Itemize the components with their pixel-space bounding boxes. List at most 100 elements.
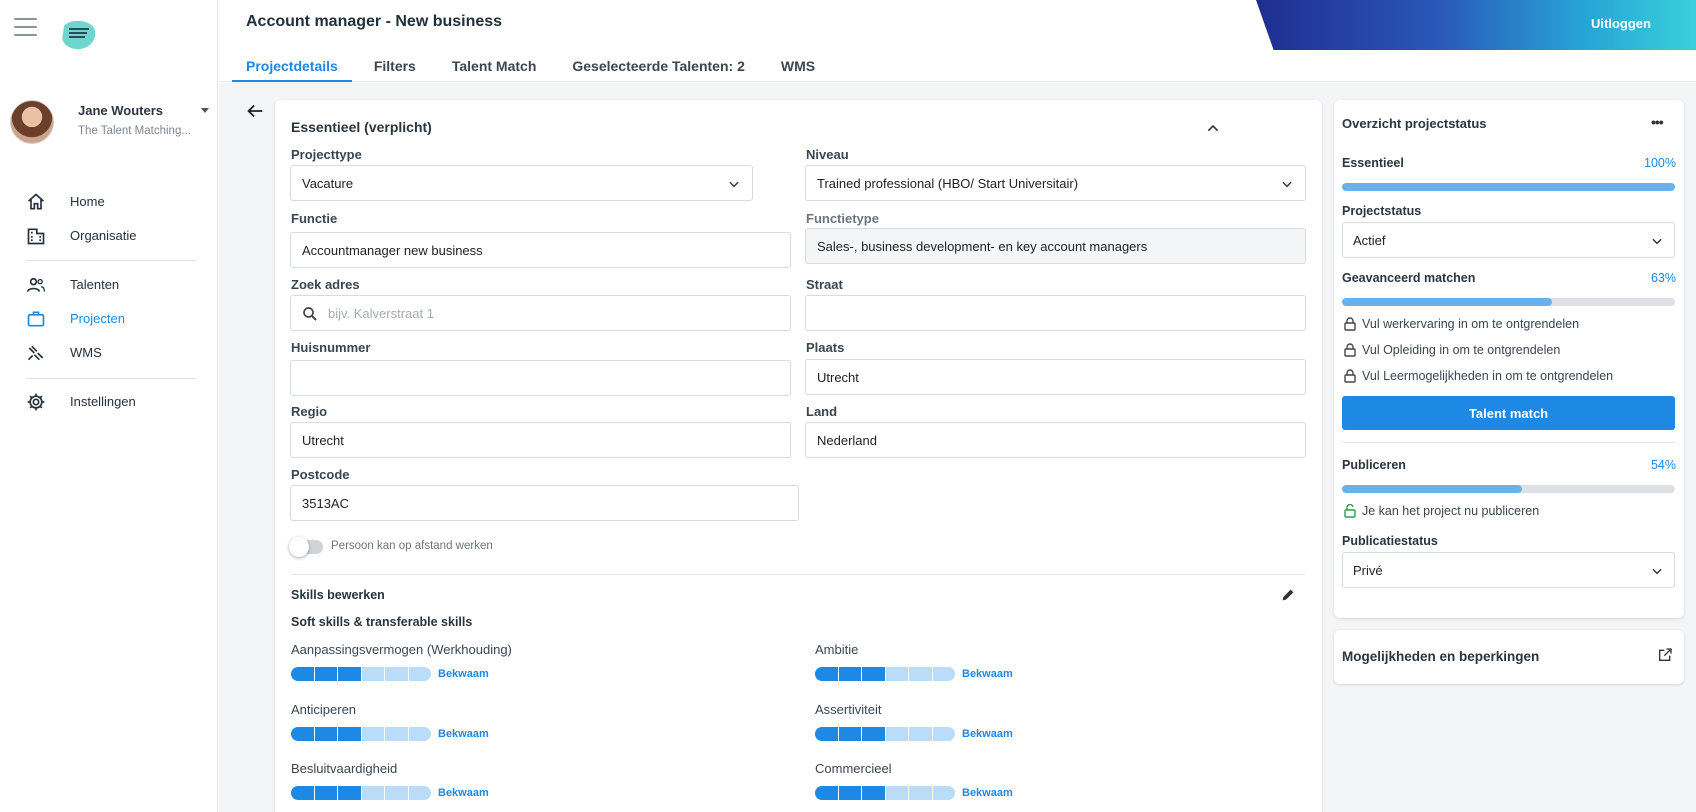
straat-label: Straat xyxy=(806,277,843,292)
land-value: Nederland xyxy=(817,432,877,448)
wms-icon xyxy=(27,345,44,361)
caret-down-icon[interactable] xyxy=(201,108,209,113)
skill-segment[interactable] xyxy=(361,667,384,681)
skill-segment[interactable] xyxy=(885,786,908,800)
skill-level-bar[interactable] xyxy=(291,786,431,800)
project-status-card: Overzicht projectstatus ••• Essentieel 1… xyxy=(1334,100,1684,618)
skill-segment[interactable] xyxy=(909,786,932,800)
tab-bar: Projectdetails Filters Talent Match Gese… xyxy=(232,46,837,82)
talent-match-button[interactable]: Talent match xyxy=(1342,396,1675,430)
projectstatus-select[interactable]: Actief xyxy=(1342,222,1675,258)
skill-level-bar[interactable] xyxy=(815,786,955,800)
more-options-icon[interactable]: ••• xyxy=(1651,114,1664,130)
skill-segment[interactable] xyxy=(338,667,361,681)
skill-segment[interactable] xyxy=(408,667,431,681)
skill-segment[interactable] xyxy=(291,727,314,741)
skill-level-bar[interactable] xyxy=(291,667,431,681)
postcode-input[interactable]: 3513AC xyxy=(290,485,799,521)
skill-segment[interactable] xyxy=(815,727,838,741)
functie-input[interactable]: Accountmanager new business xyxy=(290,232,791,268)
sidebar-item-organisatie[interactable]: Organisatie xyxy=(0,221,218,251)
skill-level-bar[interactable] xyxy=(815,667,955,681)
menu-icon[interactable] xyxy=(14,18,37,36)
pencil-icon[interactable] xyxy=(1280,587,1296,603)
skill-level-label: Bekwaam xyxy=(962,668,1013,680)
brand-logo xyxy=(62,20,96,50)
publish-hint: Je kan het project nu publiceren xyxy=(1344,502,1539,520)
skill-level-bar[interactable] xyxy=(291,727,431,741)
publicatiestatus-select[interactable]: Privé xyxy=(1342,552,1675,588)
user-name: Jane Wouters xyxy=(78,103,164,118)
plaats-input[interactable]: Utrecht xyxy=(805,359,1306,395)
land-input[interactable]: Nederland xyxy=(805,422,1306,458)
logout-button[interactable]: Uitloggen xyxy=(1546,0,1696,46)
tab-projectdetails[interactable]: Projectdetails xyxy=(232,46,352,82)
nav-divider xyxy=(26,260,197,261)
skill-segment[interactable] xyxy=(885,667,908,681)
people-icon xyxy=(26,277,45,292)
skill-segment[interactable] xyxy=(408,786,431,800)
huisnummer-input[interactable] xyxy=(290,360,791,396)
skill-segment[interactable] xyxy=(862,727,885,741)
skill-segment[interactable] xyxy=(408,727,431,741)
skill-item: Assertiviteit Bekwaam xyxy=(815,702,1215,748)
plaats-value: Utrecht xyxy=(817,369,859,385)
skill-segment[interactable] xyxy=(338,786,361,800)
essentieel-progress xyxy=(1342,183,1675,191)
chevron-up-icon[interactable] xyxy=(1205,120,1221,136)
skill-segment[interactable] xyxy=(338,727,361,741)
skill-segment[interactable] xyxy=(838,727,861,741)
skill-segment[interactable] xyxy=(291,786,314,800)
skill-segment[interactable] xyxy=(838,667,861,681)
sidebar-item-label: Home xyxy=(70,194,105,209)
external-link-icon[interactable] xyxy=(1657,647,1673,663)
sidebar-item-instellingen[interactable]: Instellingen xyxy=(0,387,218,417)
skill-segment[interactable] xyxy=(909,667,932,681)
sidebar-item-talenten[interactable]: Talenten xyxy=(0,270,218,300)
skill-segment[interactable] xyxy=(385,727,408,741)
tab-geselecteerde-talenten[interactable]: Geselecteerde Talenten: 2 xyxy=(558,46,758,82)
progress-fill xyxy=(1342,298,1552,306)
lock-icon xyxy=(1344,343,1356,357)
straat-input[interactable] xyxy=(805,295,1306,331)
search-address-input[interactable]: bijv. Kalverstraat 1 xyxy=(290,295,791,331)
back-arrow-icon[interactable] xyxy=(244,100,266,122)
skill-segment[interactable] xyxy=(291,667,314,681)
tab-talent-match[interactable]: Talent Match xyxy=(438,46,551,82)
skill-segment[interactable] xyxy=(932,727,955,741)
tab-wms[interactable]: WMS xyxy=(767,46,829,82)
tab-filters[interactable]: Filters xyxy=(360,46,430,82)
skill-segment[interactable] xyxy=(909,727,932,741)
skill-segment[interactable] xyxy=(815,667,838,681)
projectstatus-value: Actief xyxy=(1353,232,1386,248)
publiceren-progress xyxy=(1342,485,1675,493)
skill-segment[interactable] xyxy=(815,786,838,800)
skill-level-label: Bekwaam xyxy=(438,728,489,740)
skill-segment[interactable] xyxy=(885,727,908,741)
sidebar-item-projecten[interactable]: Projecten xyxy=(0,304,218,334)
skill-segment[interactable] xyxy=(862,667,885,681)
skill-segment[interactable] xyxy=(932,786,955,800)
skill-segment[interactable] xyxy=(314,667,337,681)
skill-segment[interactable] xyxy=(314,727,337,741)
skill-segment[interactable] xyxy=(385,667,408,681)
skill-segment[interactable] xyxy=(385,786,408,800)
skill-segment[interactable] xyxy=(932,667,955,681)
sidebar-item-home[interactable]: Home xyxy=(0,187,218,217)
skill-item: Besluitvaardigheid Bekwaam xyxy=(291,761,691,807)
skill-segment[interactable] xyxy=(361,727,384,741)
regio-input[interactable]: Utrecht xyxy=(290,422,791,458)
regio-value: Utrecht xyxy=(302,432,344,448)
projectstatus-label: Projectstatus xyxy=(1342,204,1422,218)
skill-segment[interactable] xyxy=(838,786,861,800)
skill-segment[interactable] xyxy=(361,786,384,800)
user-profile[interactable]: Jane Wouters The Talent Matching... xyxy=(10,98,210,146)
limits-card[interactable]: Mogelijkheden en beperkingen xyxy=(1334,630,1684,684)
skill-level-bar[interactable] xyxy=(815,727,955,741)
projecttype-select[interactable]: Vacature xyxy=(290,165,753,201)
remote-work-toggle[interactable] xyxy=(289,537,323,557)
skill-segment[interactable] xyxy=(862,786,885,800)
sidebar-item-wms[interactable]: WMS xyxy=(0,338,218,368)
niveau-select[interactable]: Trained professional (HBO/ Start Univers… xyxy=(805,165,1306,201)
skill-segment[interactable] xyxy=(314,786,337,800)
